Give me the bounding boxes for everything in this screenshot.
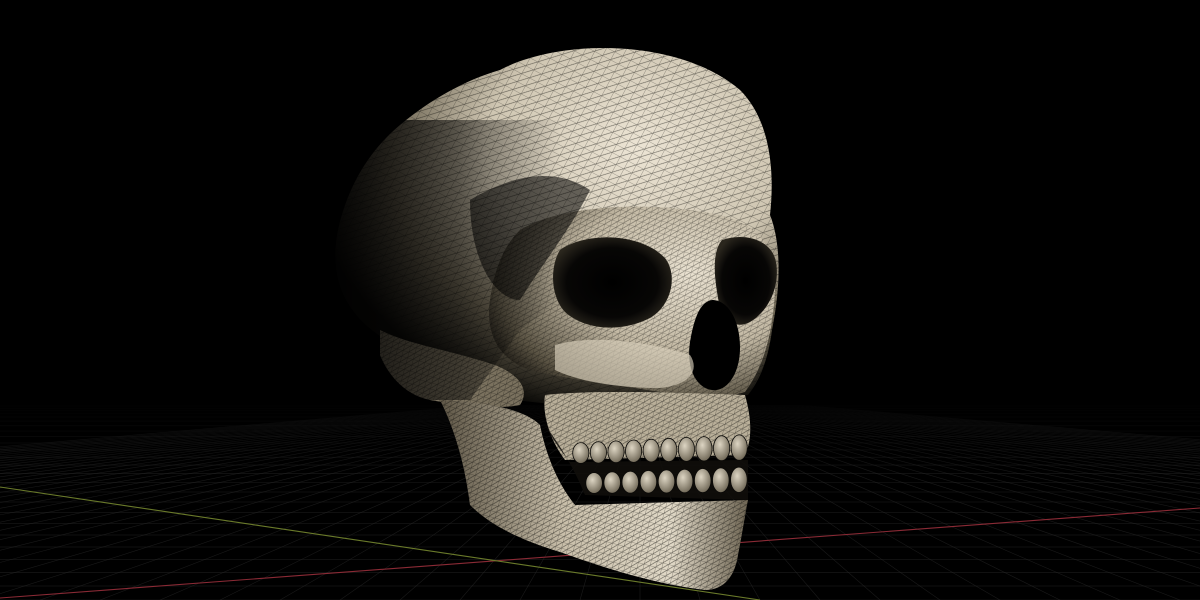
- 3d-viewport[interactable]: [0, 0, 1200, 600]
- tooth: [657, 469, 676, 494]
- viewport-canvas[interactable]: [0, 0, 1200, 600]
- tooth: [642, 438, 660, 463]
- tooth: [675, 468, 694, 494]
- skull-mesh[interactable]: [330, 48, 779, 590]
- tooth: [625, 439, 643, 463]
- tooth: [607, 440, 625, 464]
- tooth: [603, 471, 621, 494]
- tooth: [639, 470, 658, 494]
- tooth: [589, 441, 607, 464]
- tooth: [695, 436, 713, 462]
- tooth: [660, 437, 678, 463]
- tooth: [712, 467, 730, 494]
- tooth: [621, 470, 640, 494]
- tooth: [713, 435, 731, 462]
- left-eye-socket[interactable]: [553, 237, 672, 328]
- tooth: [730, 434, 748, 461]
- tooth: [585, 472, 603, 494]
- tooth: [730, 466, 748, 493]
- tooth: [572, 442, 590, 464]
- tooth: [677, 436, 695, 462]
- tooth: [694, 468, 712, 494]
